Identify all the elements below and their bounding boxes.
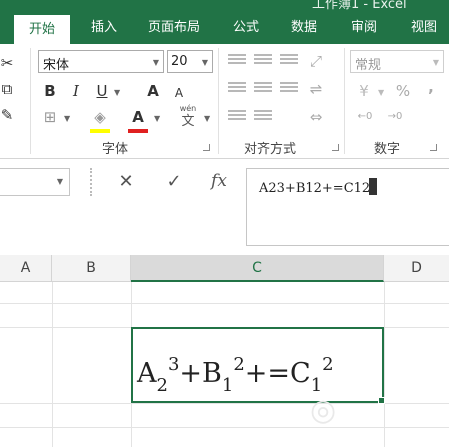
number-format-box[interactable]: 常规 ▼: [350, 50, 444, 73]
name-box[interactable]: ▼: [0, 168, 70, 196]
term-b-sub: 1: [221, 375, 234, 396]
italic-button[interactable]: I: [68, 80, 84, 102]
font-name-value: 宋体: [43, 58, 70, 73]
align-left-icon[interactable]: [228, 82, 246, 96]
align-bottom-icon[interactable]: [280, 54, 298, 68]
align-center-icon[interactable]: [254, 82, 272, 96]
formula-bar-grip[interactable]: [90, 168, 92, 196]
currency-icon[interactable]: ¥: [352, 80, 376, 102]
underline-button[interactable]: U: [94, 80, 110, 102]
tab-view[interactable]: 视图: [400, 12, 448, 44]
comma-button[interactable]: ,: [422, 76, 440, 98]
format-painter-icon[interactable]: ✎: [0, 104, 14, 126]
grow-font-icon[interactable]: A: [146, 80, 160, 102]
border-icon[interactable]: ⊞: [40, 106, 60, 128]
column-header-d[interactable]: D: [384, 255, 449, 282]
chevron-down-icon[interactable]: ▼: [202, 58, 208, 67]
group-separator: [30, 48, 31, 154]
alignment-dialog-launcher-icon[interactable]: [332, 144, 339, 151]
align-middle-icon[interactable]: [254, 54, 272, 68]
window-title: 工作簿1 - Excel: [312, 0, 407, 12]
term-c: +=C: [244, 358, 311, 389]
cut-icon[interactable]: ✂: [0, 52, 14, 74]
align-right-icon[interactable]: [280, 82, 298, 96]
number-group-label: 数字: [374, 142, 401, 157]
decrease-decimal-icon[interactable]: →0: [384, 106, 406, 128]
row-gridline: [0, 303, 449, 304]
group-separator: [218, 48, 219, 154]
align-top-icon[interactable]: [228, 54, 246, 68]
chevron-down-icon[interactable]: ▼: [154, 114, 160, 123]
term-a-sub: 2: [156, 375, 168, 396]
chevron-down-icon[interactable]: ▼: [153, 58, 159, 67]
cancel-button[interactable]: ✕: [114, 171, 138, 193]
wrap-text-icon[interactable]: ⇌: [306, 78, 326, 100]
column-header-b[interactable]: B: [52, 255, 131, 282]
term-b: +B: [179, 358, 222, 389]
term-b-sup: 2: [233, 354, 245, 375]
term-a: A: [137, 358, 157, 389]
formula-bar: ▼ ✕ ✓ fx A23+B12+=C12: [0, 160, 449, 246]
font-name-box[interactable]: 宋体 ▼: [38, 50, 164, 73]
chevron-down-icon[interactable]: ▼: [64, 114, 70, 123]
watermark-logo-icon: ◎: [310, 393, 337, 428]
term-a-sup: 3: [167, 354, 180, 375]
phonetic-guide-icon[interactable]: wén 文: [176, 104, 200, 130]
chevron-down-icon[interactable]: ▼: [114, 88, 120, 97]
column-gridline: [384, 282, 385, 447]
column-gridline: [52, 282, 53, 447]
chevron-down-icon[interactable]: ▼: [204, 114, 210, 123]
column-header-a[interactable]: A: [0, 255, 52, 282]
chevron-down-icon[interactable]: ▼: [433, 58, 439, 67]
number-dialog-launcher-icon[interactable]: [430, 144, 437, 151]
tab-data[interactable]: 数据: [280, 12, 328, 44]
phonetic-pinyin: wén: [179, 104, 197, 113]
tab-page-layout[interactable]: 页面布局: [136, 12, 212, 44]
font-color-bar: [128, 129, 148, 133]
chevron-down-icon[interactable]: ▼: [378, 88, 384, 97]
phonetic-char: 文: [181, 114, 195, 129]
copy-icon[interactable]: ⧉: [0, 78, 14, 100]
group-separator: [344, 48, 345, 154]
row-gridline: [0, 427, 449, 428]
fill-color-icon[interactable]: ◈: [90, 106, 110, 128]
ribbon: ✂ ⧉ ✎ 宋体 ▼ 20 ▼ A A B I U ▼ ⊞ ▼ ◈ A ▼ wé…: [0, 44, 449, 159]
chevron-down-icon[interactable]: ▼: [57, 177, 63, 186]
shrink-font-icon[interactable]: A: [172, 82, 186, 104]
percent-button[interactable]: %: [394, 80, 412, 102]
sheet-grid: A B C D A23+B12+=C12 ◎: [0, 255, 449, 447]
merge-center-icon[interactable]: ⇔: [306, 106, 326, 128]
tab-review[interactable]: 审阅: [340, 12, 388, 44]
ribbon-tabs: 开始 插入 页面布局 公式 数据 审阅 视图: [0, 12, 449, 44]
cell-content: A23+B12+=C12: [137, 349, 334, 402]
font-group-label: 字体: [102, 142, 129, 157]
decrease-indent-icon[interactable]: [228, 110, 246, 124]
text-cursor: [369, 178, 378, 195]
tab-formulas[interactable]: 公式: [222, 12, 270, 44]
font-dialog-launcher-icon[interactable]: [203, 144, 210, 151]
tab-insert[interactable]: 插入: [80, 12, 128, 44]
formula-input[interactable]: A23+B12+=C12: [246, 168, 449, 246]
term-c-sup: 2: [322, 354, 334, 375]
active-cell-c[interactable]: A23+B12+=C12: [131, 327, 384, 403]
fill-handle[interactable]: [378, 397, 385, 404]
fill-color-bar: [90, 129, 110, 133]
alignment-group-label: 对齐方式: [244, 142, 297, 157]
increase-indent-icon[interactable]: [254, 110, 272, 124]
tab-home[interactable]: 开始: [14, 15, 70, 44]
title-bar: 工作簿1 - Excel: [0, 0, 449, 12]
formula-text: A23+B12+=C12: [259, 181, 371, 196]
insert-function-button[interactable]: fx: [206, 170, 232, 192]
column-header-c[interactable]: C: [131, 255, 384, 282]
number-format-value: 常规: [355, 58, 382, 73]
font-color-icon[interactable]: A: [128, 106, 148, 128]
orientation-icon[interactable]: ⤢: [306, 50, 326, 72]
font-size-value: 20: [171, 54, 188, 69]
font-size-box[interactable]: 20 ▼: [167, 50, 213, 73]
bold-button[interactable]: B: [42, 80, 58, 102]
increase-decimal-icon[interactable]: ←0: [354, 106, 376, 128]
enter-button[interactable]: ✓: [162, 171, 186, 193]
